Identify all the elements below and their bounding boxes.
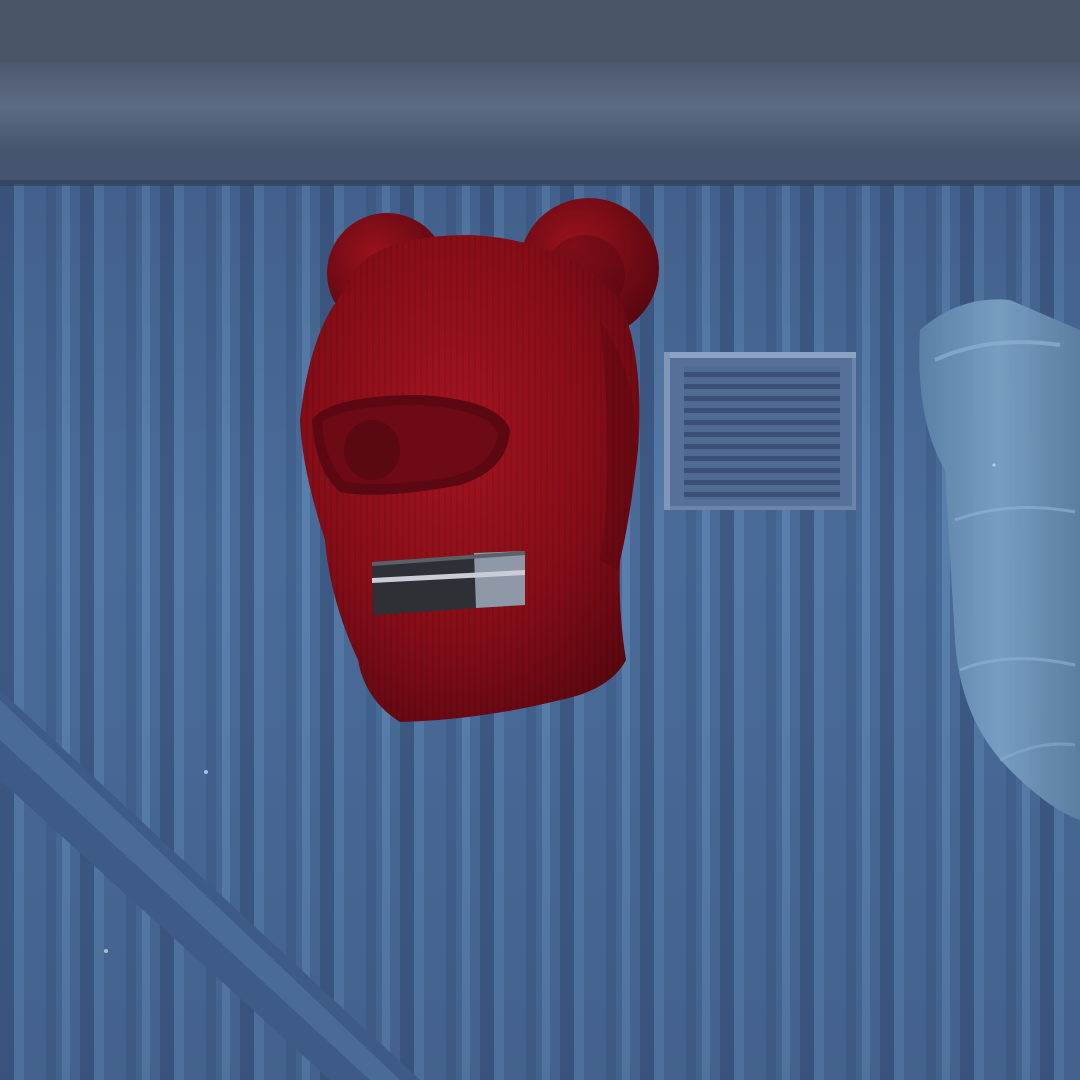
scene-canvas [0,0,1080,1080]
ceiling-beam [0,0,1080,186]
balaclava-icon [300,198,659,722]
mask-tag [372,551,525,615]
game-scene [0,0,1080,1080]
wall-vent-icon [664,352,856,510]
